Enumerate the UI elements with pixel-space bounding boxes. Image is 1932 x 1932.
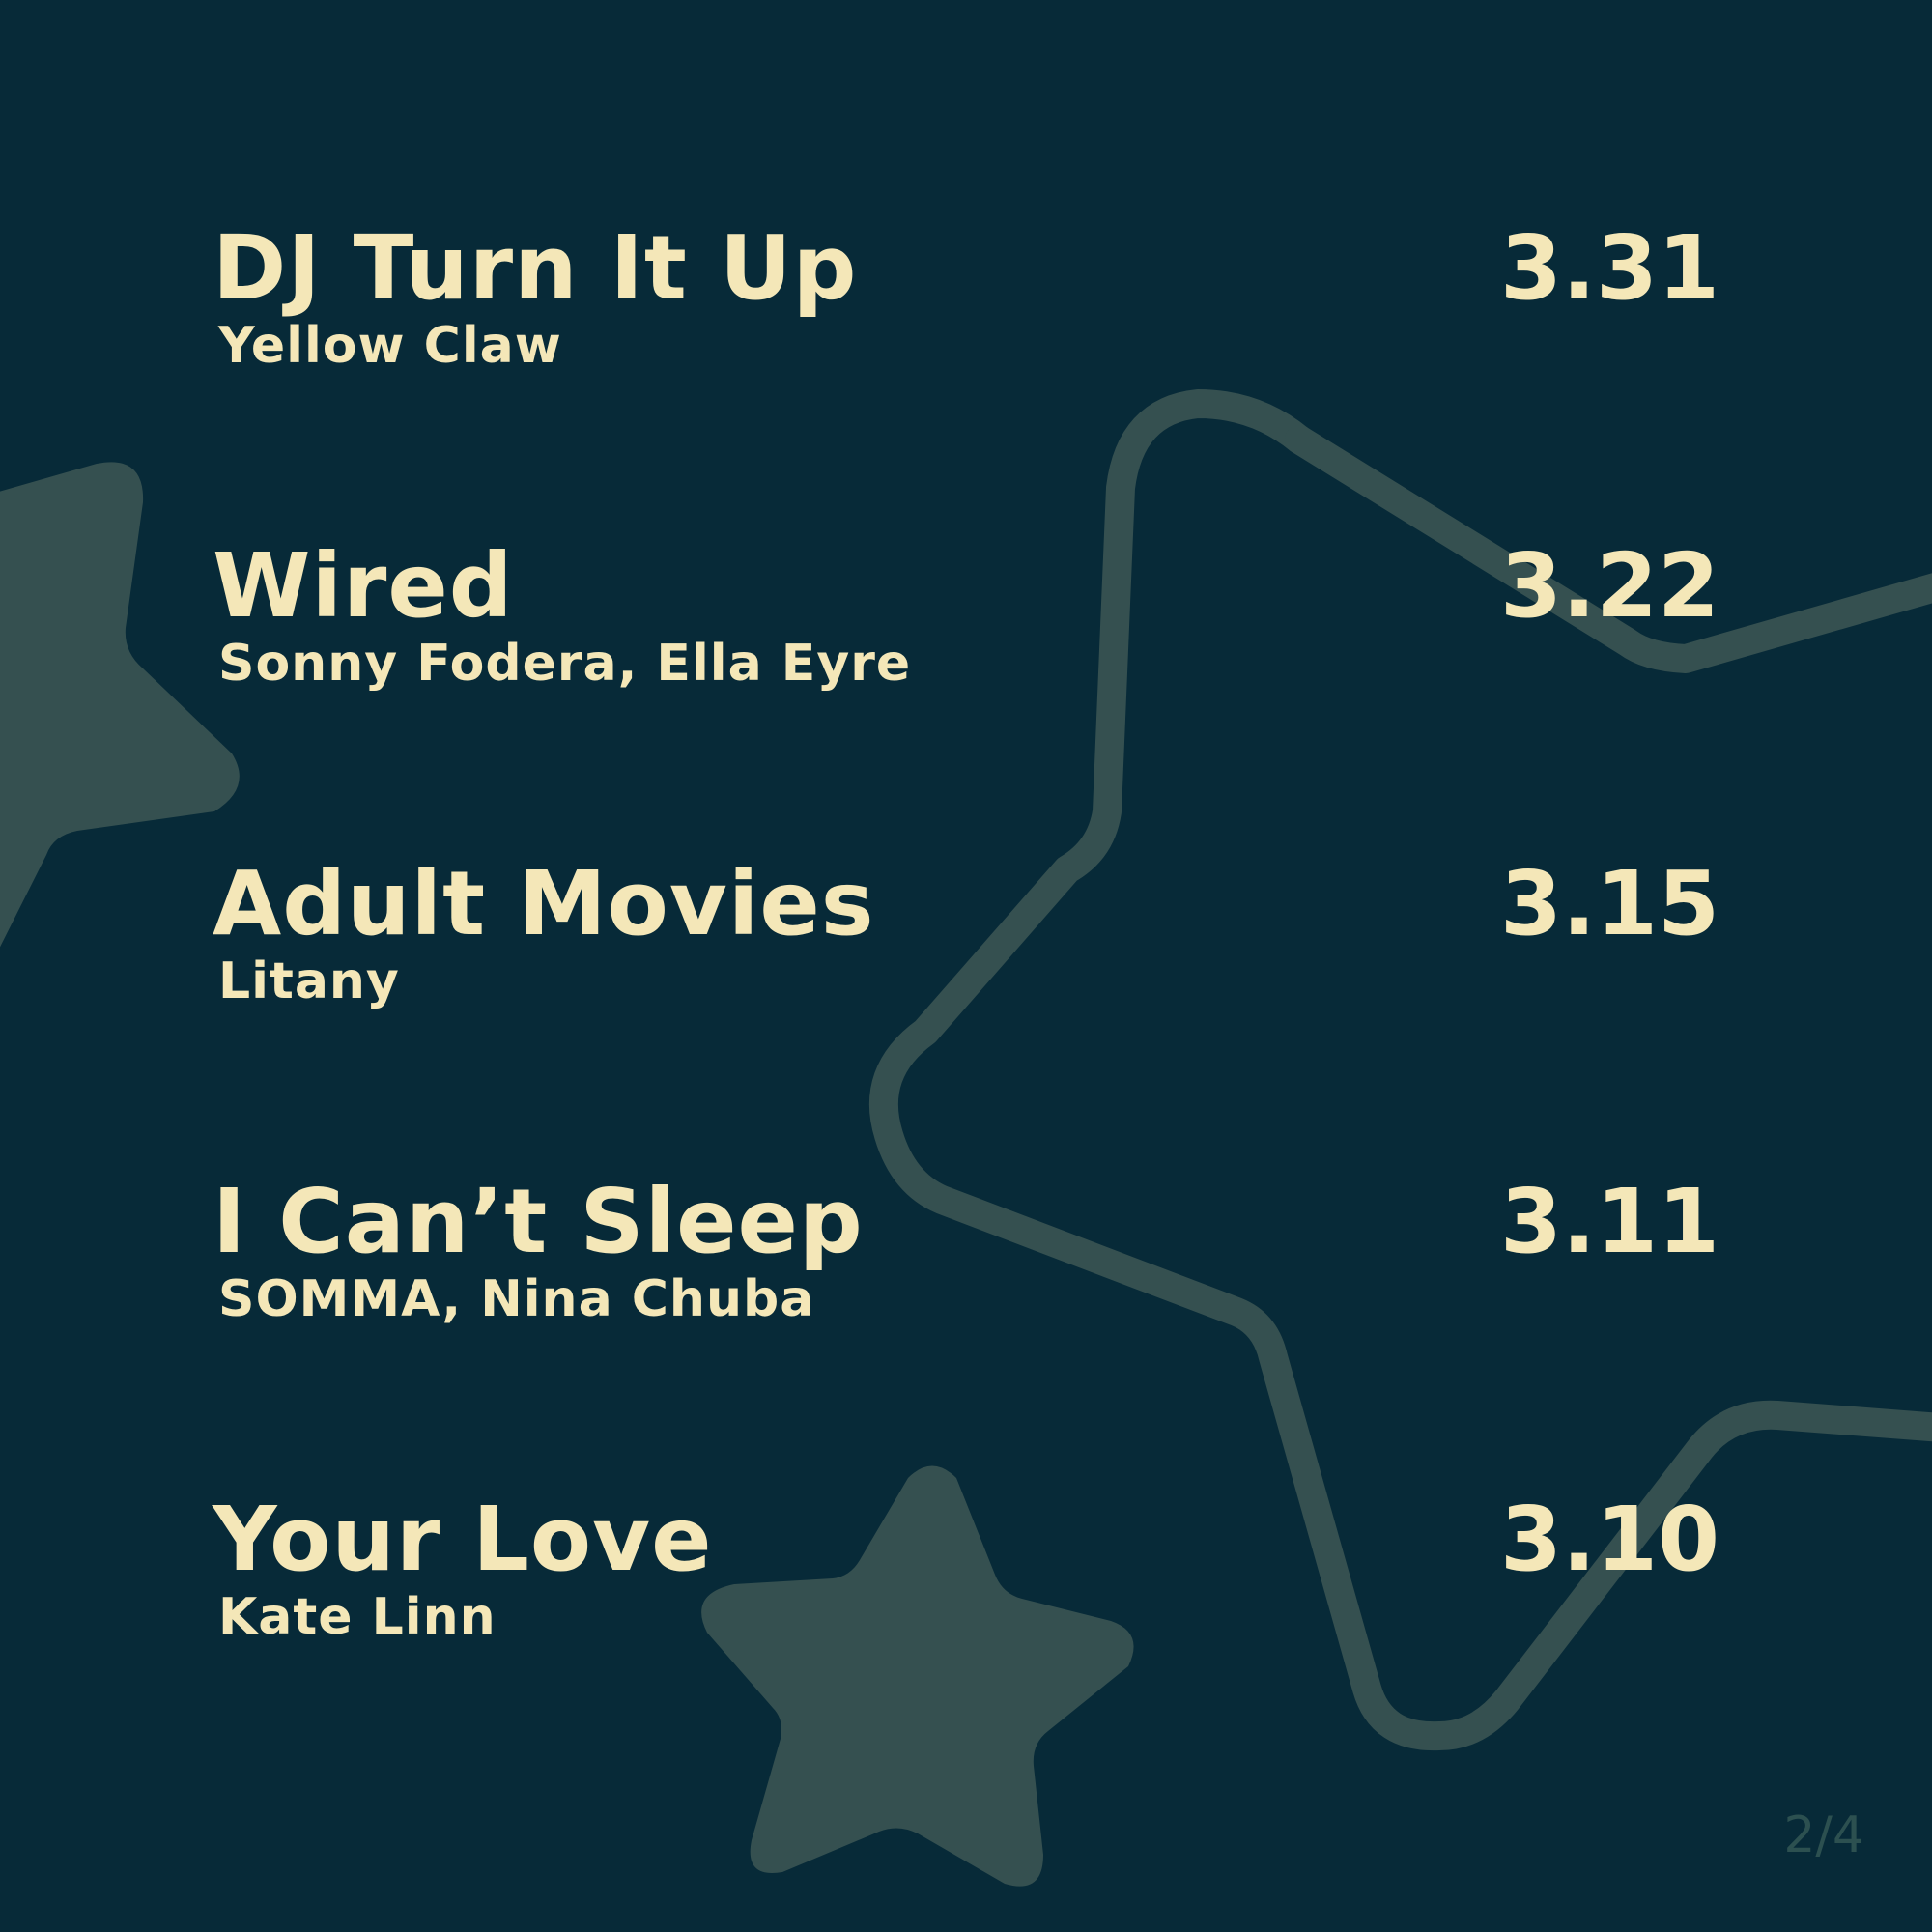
- track-score: 3.15: [1500, 852, 1719, 955]
- list-item: DJ Turn It Up Yellow Claw 3.31: [213, 220, 1719, 413]
- track-title: Adult Movies: [213, 852, 875, 955]
- track-title: Wired: [213, 534, 514, 638]
- track-score: 3.11: [1500, 1170, 1719, 1273]
- track-artist: Litany: [218, 952, 400, 1010]
- track-score: 3.10: [1500, 1488, 1719, 1591]
- page-indicator: 2/4: [1783, 1806, 1864, 1864]
- track-list: DJ Turn It Up Yellow Claw 3.31 Wired Son…: [213, 0, 1719, 1932]
- track-title: Your Love: [213, 1488, 713, 1591]
- list-item: Your Love Kate Linn 3.10: [213, 1492, 1719, 1685]
- track-artist: SOMMA, Nina Chuba: [218, 1270, 815, 1328]
- track-artist: Sonny Fodera, Ella Eyre: [218, 635, 912, 693]
- track-title: DJ Turn It Up: [213, 216, 858, 320]
- list-item: I Can’t Sleep SOMMA, Nina Chuba 3.11: [213, 1174, 1719, 1367]
- track-score: 3.31: [1500, 216, 1719, 320]
- track-title: I Can’t Sleep: [213, 1170, 864, 1273]
- track-artist: Kate Linn: [218, 1588, 497, 1646]
- track-score: 3.22: [1500, 534, 1719, 638]
- list-item: Adult Movies Litany 3.15: [213, 856, 1719, 1049]
- list-item: Wired Sonny Fodera, Ella Eyre 3.22: [213, 538, 1719, 731]
- track-artist: Yellow Claw: [218, 317, 562, 375]
- star-icon: [0, 462, 240, 948]
- playlist-slide: DJ Turn It Up Yellow Claw 3.31 Wired Son…: [0, 0, 1932, 1932]
